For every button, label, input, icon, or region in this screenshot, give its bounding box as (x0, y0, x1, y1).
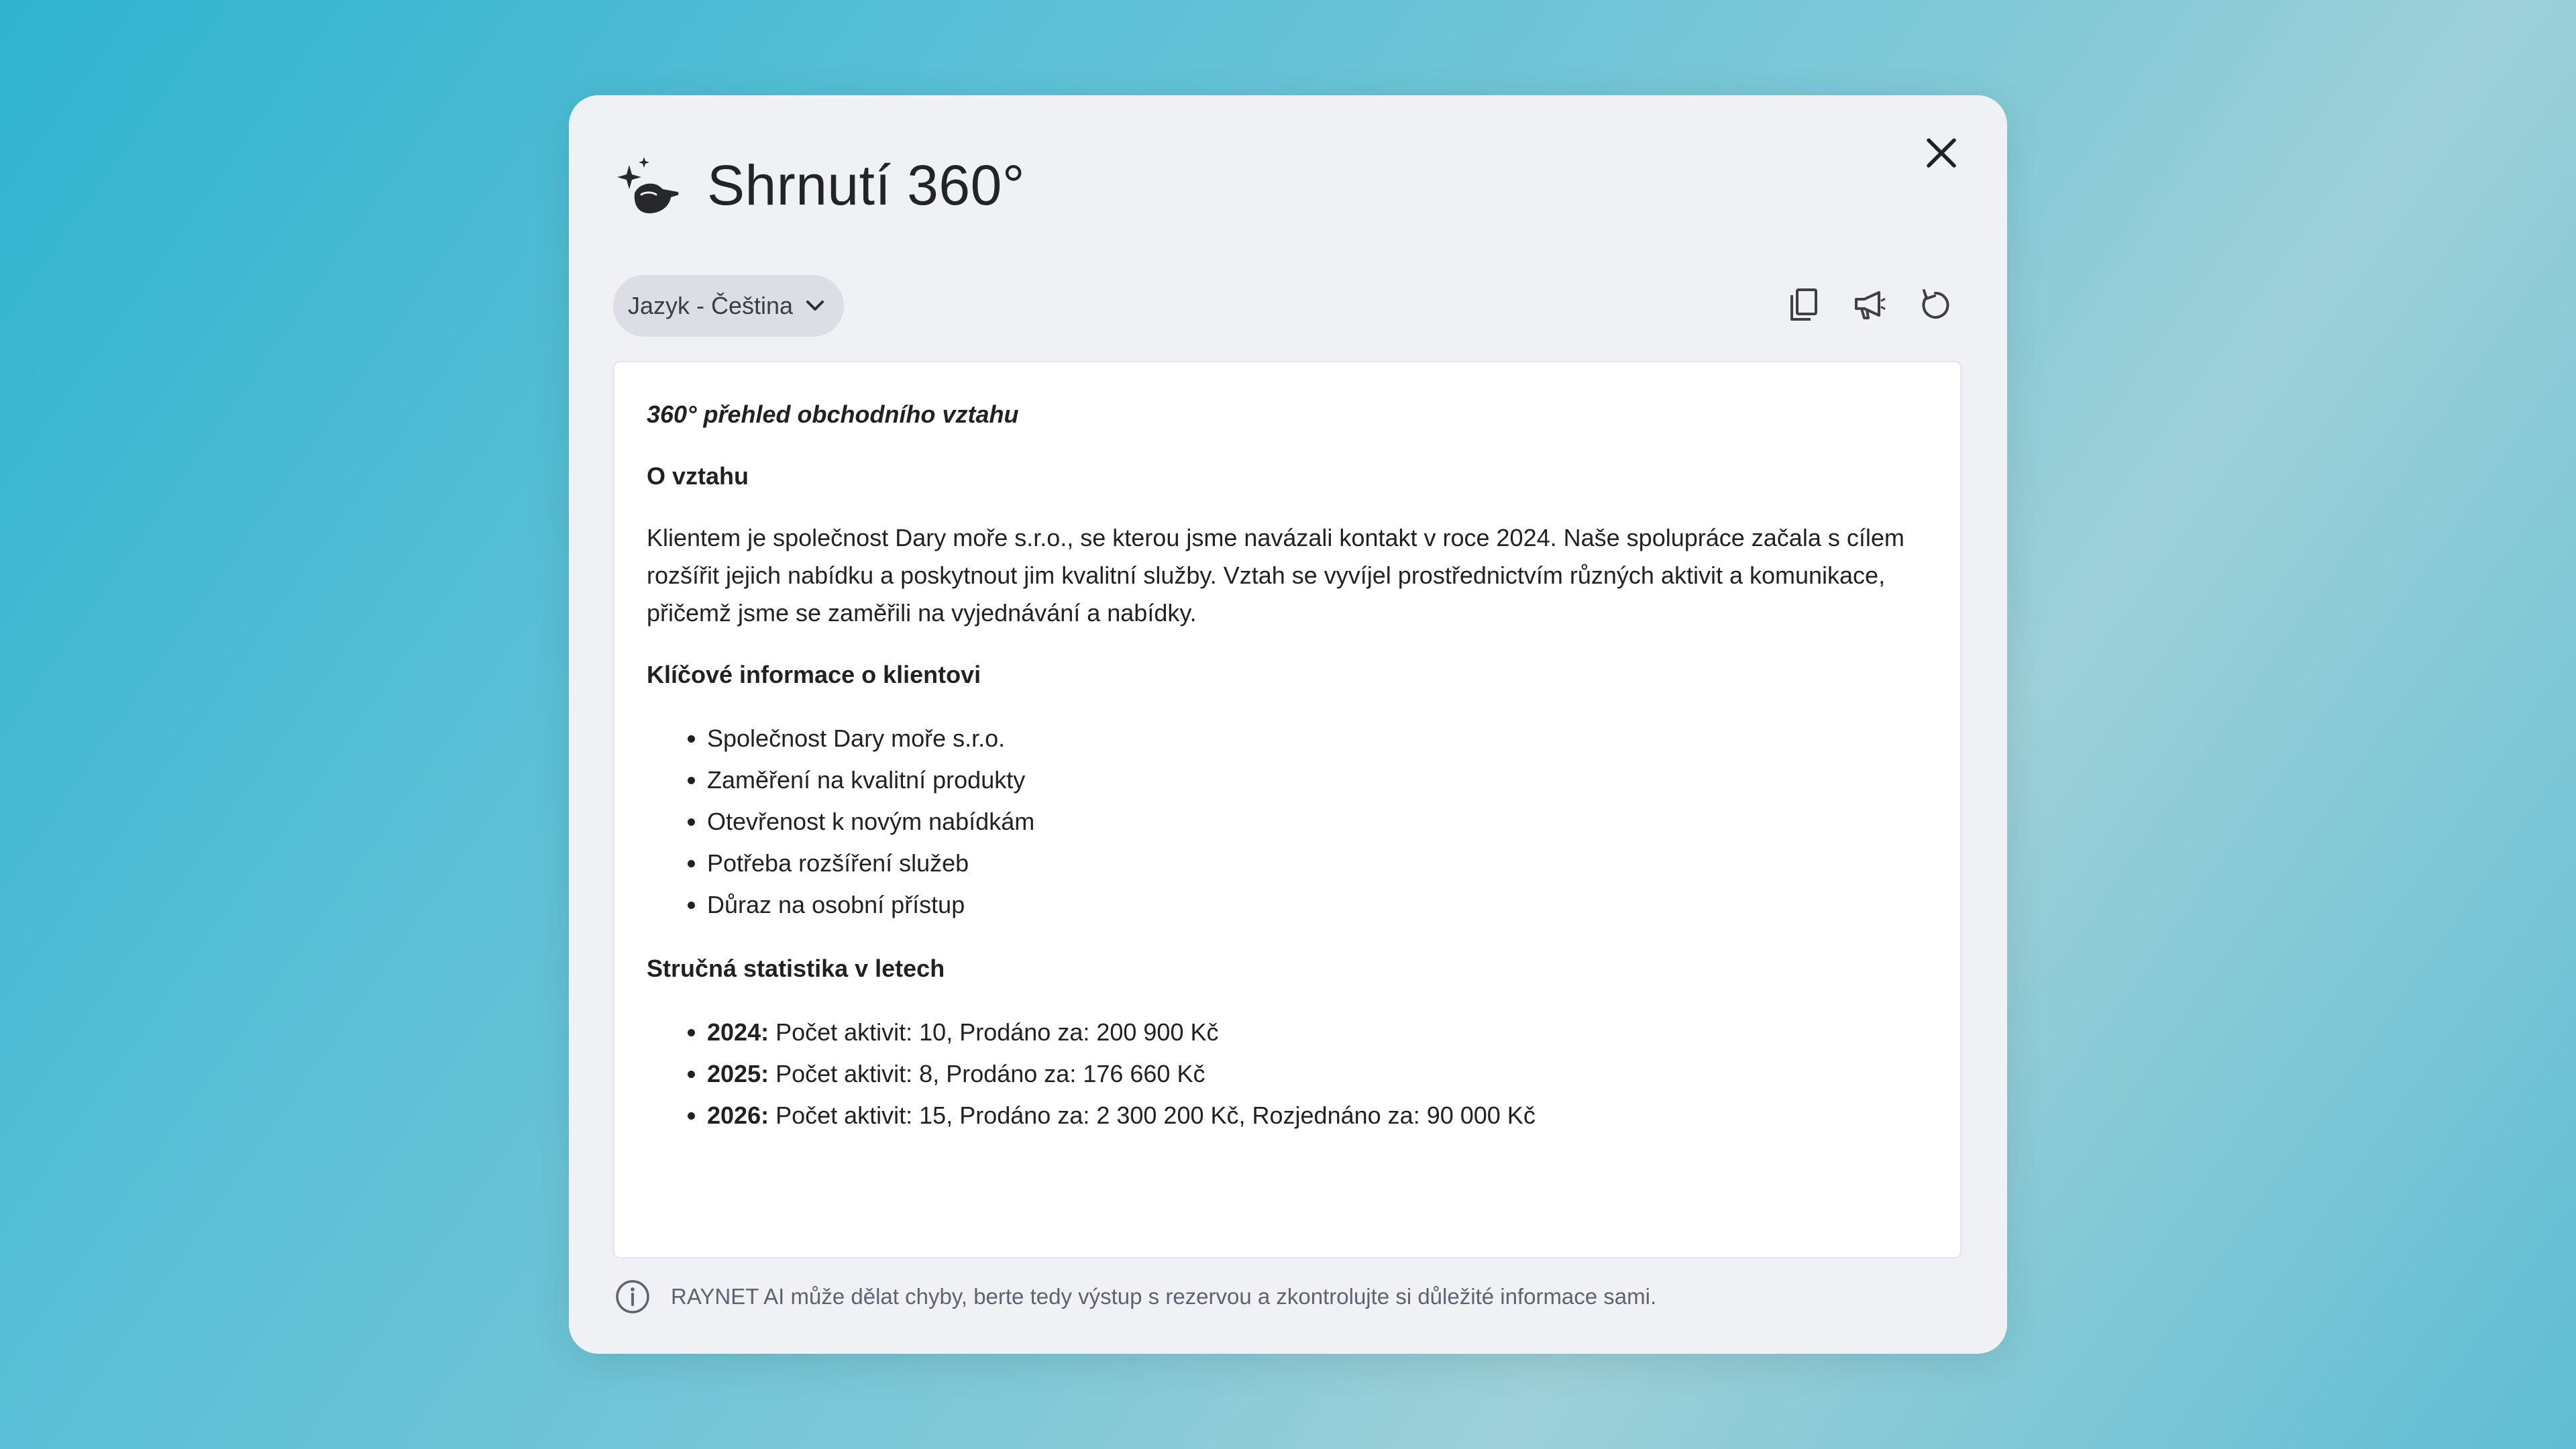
regenerate-button[interactable] (1915, 285, 1956, 327)
disclaimer: RAYNET AI může dělat chyby, berte tedy v… (614, 1279, 1656, 1315)
disclaimer-text: RAYNET AI může dělat chyby, berte tedy v… (671, 1284, 1657, 1309)
stats-list: 2024: Počet aktivit: 10, Prodáno za: 200… (647, 1012, 1928, 1136)
summary-content: 360° přehled obchodního vztahu O vztahu … (613, 361, 1962, 1258)
list-item: 2026: Počet aktivit: 15, Prodáno za: 2 3… (707, 1095, 1928, 1136)
stats-text: Počet aktivit: 15, Prodáno za: 2 300 200… (769, 1102, 1536, 1129)
toolbar-actions (1783, 285, 1956, 327)
stats-year: 2025: (707, 1060, 769, 1087)
list-item: Potřeba rozšíření služeb (707, 843, 1928, 884)
stats-text: Počet aktivit: 8, Prodáno za: 176 660 Kč (769, 1060, 1205, 1087)
stats-text: Počet aktivit: 10, Prodáno za: 200 900 K… (769, 1018, 1219, 1046)
section-text-relationship: Klientem je společnost Dary moře s.r.o.,… (647, 524, 1904, 627)
key-info-list: Společnost Dary moře s.r.o. Zaměření na … (647, 718, 1928, 926)
section-heading-stats: Stručná statistika v letech (647, 955, 945, 982)
announce-button[interactable] (1849, 285, 1890, 327)
section-heading-key-info: Klíčové informace o klientovi (647, 661, 981, 688)
megaphone-icon (1852, 288, 1887, 324)
language-select-label: Jazyk - Čeština (628, 292, 794, 319)
close-button[interactable] (1915, 127, 1968, 181)
refresh-icon (1919, 288, 1952, 325)
copy-icon (1788, 287, 1820, 325)
language-select[interactable]: Jazyk - Čeština (613, 275, 845, 337)
list-item: 2024: Počet aktivit: 10, Prodáno za: 200… (707, 1012, 1928, 1053)
toolbar: Jazyk - Čeština (613, 275, 1962, 337)
list-item: Otevřenost k novým nabídkám (707, 801, 1928, 843)
list-item: Společnost Dary moře s.r.o. (707, 718, 1928, 759)
summary-title: 360° přehled obchodního vztahu (647, 400, 1019, 428)
modal-title: Shrnutí 360° (707, 153, 1025, 217)
section-heading-relationship: O vztahu (647, 462, 749, 490)
close-icon (1925, 136, 1958, 173)
stats-year: 2024: (707, 1018, 769, 1046)
copy-button[interactable] (1783, 285, 1825, 327)
list-item: Zaměření na kvalitní produkty (707, 759, 1928, 801)
list-item: 2025: Počet aktivit: 8, Prodáno za: 176 … (707, 1053, 1928, 1095)
modal-header: Shrnutí 360° (614, 138, 1025, 232)
chevron-down-icon (805, 299, 825, 313)
info-icon (614, 1279, 651, 1315)
stats-year: 2026: (707, 1102, 769, 1129)
list-item: Důraz na osobní přístup (707, 884, 1928, 926)
summary-modal: Shrnutí 360° Jazyk - Čeština 360° přehle… (569, 95, 2007, 1354)
sparkle-hand-icon (614, 152, 682, 219)
